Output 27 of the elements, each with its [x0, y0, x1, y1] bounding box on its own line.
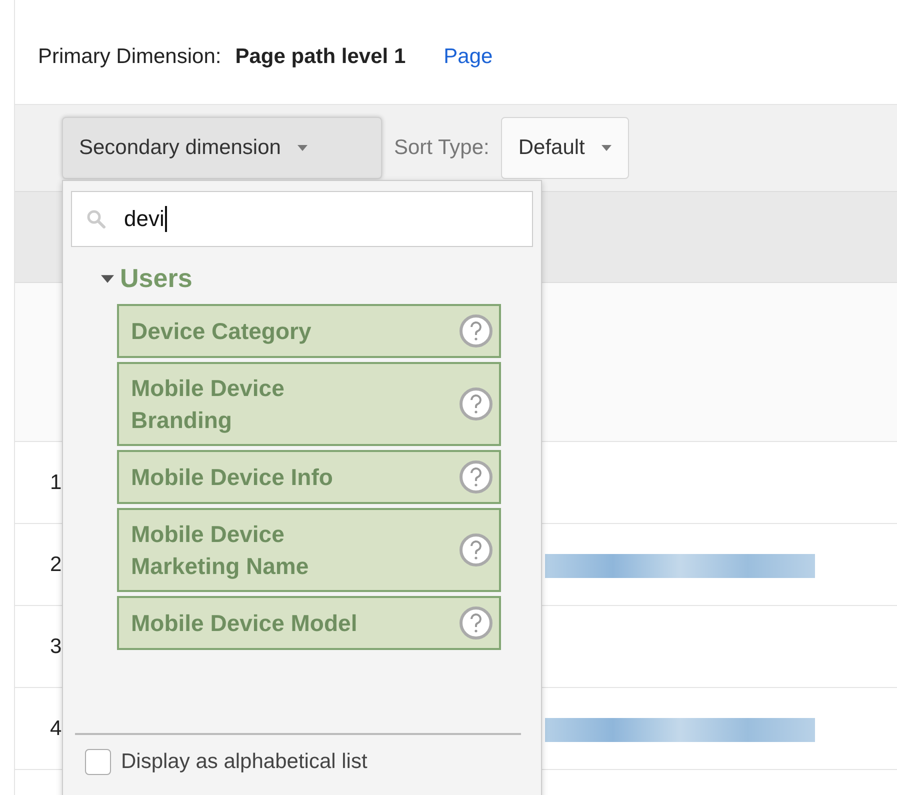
search-icon: [86, 209, 106, 229]
row-number: 4: [50, 716, 62, 740]
dimension-option[interactable]: Mobile Device Model: [117, 596, 501, 650]
row-number: 3: [50, 634, 62, 658]
help-icon[interactable]: [459, 533, 493, 567]
secondary-dimension-button[interactable]: Secondary dimension: [62, 117, 382, 179]
caret-icon: [296, 145, 308, 151]
page-link[interactable]: Page: [444, 45, 493, 69]
sort-type-dropdown[interactable]: Default: [501, 117, 629, 179]
help-icon[interactable]: [459, 387, 493, 421]
sort-type-label: Sort Type:: [394, 136, 490, 160]
help-icon[interactable]: [459, 460, 493, 494]
checkbox-label[interactable]: Display as alphabetical list: [121, 750, 368, 774]
primary-dimension-value: Page path level 1: [235, 45, 406, 69]
primary-dimension-label: Primary Dimension:: [38, 45, 222, 69]
dimension-option[interactable]: Device Category: [117, 304, 501, 358]
caret-icon: [600, 145, 612, 151]
dimension-option[interactable]: Mobile Device Marketing Name: [117, 508, 501, 592]
group-label[interactable]: Users: [120, 263, 192, 294]
search-field[interactable]: devi: [71, 191, 533, 247]
help-icon[interactable]: [459, 314, 493, 348]
dimension-option[interactable]: Mobile Device Info: [117, 450, 501, 504]
help-icon[interactable]: [459, 606, 493, 640]
row-number: 2: [50, 552, 62, 576]
checkbox[interactable]: [85, 749, 111, 775]
dimension-option[interactable]: Mobile Device Branding: [117, 362, 501, 446]
row-number: 1: [50, 470, 62, 494]
